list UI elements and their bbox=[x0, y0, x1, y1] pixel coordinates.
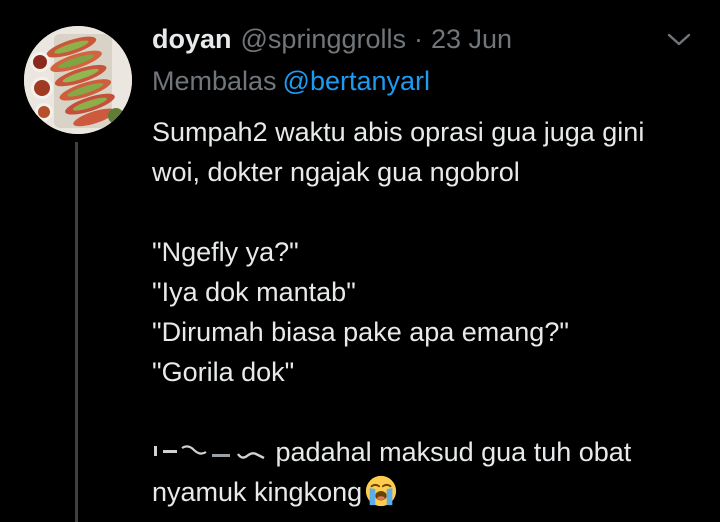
tweet-text-fragment: nyamuk kingkong bbox=[152, 477, 363, 507]
thread-line bbox=[75, 142, 78, 522]
avatar-food-image bbox=[24, 26, 132, 134]
reply-mention-link[interactable]: @bertanyarl bbox=[283, 66, 430, 96]
tweet-text-fragment: padahal maksud gua tuh obat bbox=[275, 437, 632, 467]
tweet-text-line: woi, dokter ngajak gua ngobrol bbox=[152, 157, 520, 187]
reply-label: Membalas bbox=[152, 66, 277, 96]
author-handle[interactable]: @springgrolls bbox=[241, 24, 406, 55]
avatar[interactable] bbox=[24, 26, 132, 134]
separator-dot: · bbox=[413, 24, 423, 54]
tweet-text-line: "Gorila dok" bbox=[152, 357, 295, 387]
author-name[interactable]: doyan bbox=[152, 24, 232, 55]
tweet-text-line: "Iya dok mantab" bbox=[152, 277, 356, 307]
chevron-down-icon[interactable] bbox=[664, 30, 694, 50]
tweet-text-line: "Dirumah biasa pake apa emang?" bbox=[152, 317, 569, 347]
tweet-text-line: "Ngefly ya?" bbox=[152, 237, 299, 267]
reply-context: Membalas @bertanyarl bbox=[152, 66, 430, 97]
tweet-text-line-with-redaction: padahal maksud gua tuh obat bbox=[152, 432, 697, 472]
redacted-scribble bbox=[154, 445, 265, 460]
tweet[interactable]: doyan @springgrolls · 23 Jun Membalas @be… bbox=[0, 0, 720, 522]
tweet-text-line-with-emoji: nyamuk kingkong bbox=[152, 472, 697, 512]
tweet-date[interactable]: 23 Jun bbox=[431, 24, 512, 55]
tweet-text-line: Sumpah2 waktu abis oprasi gua juga gini bbox=[152, 117, 645, 147]
tweet-text: Sumpah2 waktu abis oprasi gua juga gini … bbox=[152, 112, 697, 512]
tweet-header: doyan @springgrolls · 23 Jun bbox=[152, 24, 512, 60]
loudly-crying-face-emoji bbox=[366, 475, 397, 507]
